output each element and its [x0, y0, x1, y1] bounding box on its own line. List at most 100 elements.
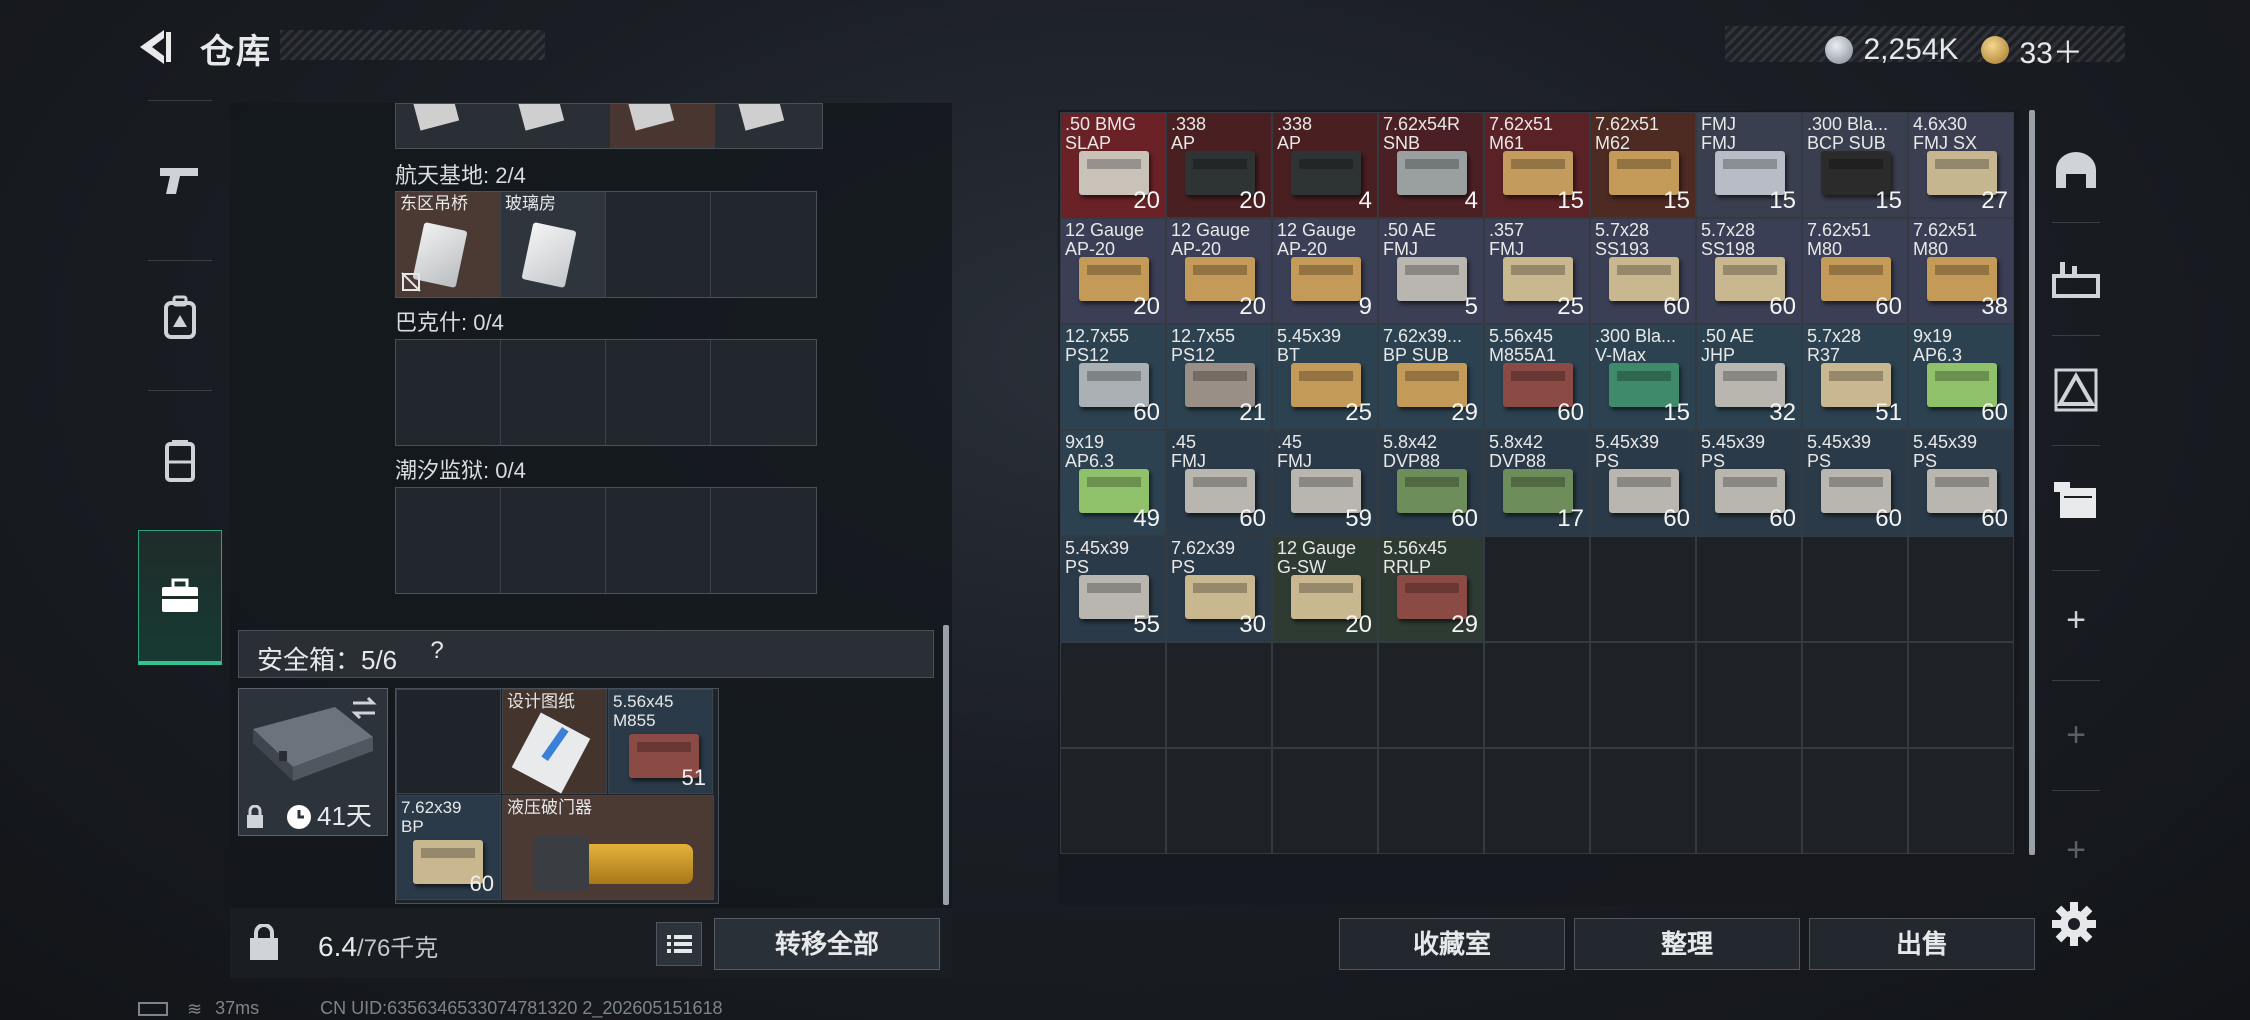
stash-item[interactable]: .50 BMG SLAP 20 [1060, 112, 1166, 218]
stash-item[interactable]: 4.6x30 FMJ SX 27 [1908, 112, 2014, 218]
empty-slot[interactable] [606, 192, 711, 297]
stash-item[interactable]: 12.7x55 PS12 60 [1060, 324, 1166, 430]
help-button[interactable]: ? [422, 637, 452, 667]
nav-vest[interactable] [138, 395, 222, 525]
empty-slot[interactable] [711, 488, 816, 593]
stash-item[interactable]: 5.8x42 DVP88 17 [1484, 430, 1590, 536]
transfer-all-button[interactable]: 转移全部 [714, 918, 940, 970]
empty-slot[interactable] [1166, 642, 1272, 748]
settings-button[interactable] [2048, 898, 2100, 950]
empty-slot[interactable] [1060, 642, 1166, 748]
empty-slot[interactable] [501, 488, 606, 593]
stash-item[interactable]: 5.7x28 SS198 60 [1696, 218, 1802, 324]
empty-slot[interactable] [1802, 536, 1908, 642]
empty-slot[interactable] [1484, 748, 1590, 854]
empty-slot[interactable] [1908, 748, 2014, 854]
empty-slot[interactable] [606, 340, 711, 445]
add-page-button[interactable]: + [2040, 570, 2112, 670]
nav-shield[interactable] [2040, 122, 2112, 222]
stash-item[interactable]: 12 Gauge AP-20 9 [1272, 218, 1378, 324]
empty-slot[interactable] [1484, 536, 1590, 642]
collection-room-button[interactable]: 收藏室 [1339, 918, 1565, 970]
nav-weapons[interactable] [138, 115, 222, 245]
stash-item[interactable]: 9x19 AP6.3 60 [1908, 324, 2014, 430]
empty-slot[interactable] [1696, 748, 1802, 854]
stash-item[interactable]: .300 Bla... BCP SUB 15 [1802, 112, 1908, 218]
stash-item[interactable]: FMJ FMJ 15 [1696, 112, 1802, 218]
safe-box-case[interactable]: 41天 [238, 688, 388, 836]
empty-slot[interactable] [501, 340, 606, 445]
stash-item[interactable]: .50 AE JHP 32 [1696, 324, 1802, 430]
stash-item[interactable]: 7.62x51 M80 38 [1908, 218, 2014, 324]
stash-item[interactable]: .300 Bla... V-Max 15 [1590, 324, 1696, 430]
stash-scrollbar[interactable] [2029, 110, 2035, 855]
stash-item[interactable]: 5.56x45 RRLP 29 [1378, 536, 1484, 642]
stash-item[interactable]: .45 FMJ 59 [1272, 430, 1378, 536]
stash-item[interactable]: 7.62x51 M61 15 [1484, 112, 1590, 218]
sell-button[interactable]: 出售 [1809, 918, 2035, 970]
swap-icon[interactable] [349, 695, 379, 721]
stash-item[interactable]: 7.62x54R SNB 4 [1378, 112, 1484, 218]
stash-item[interactable]: 5.56x45 M855A1 60 [1484, 324, 1590, 430]
empty-slot[interactable] [1696, 642, 1802, 748]
safe-item[interactable]: 5.56x45 M855 51 [608, 689, 713, 794]
empty-slot[interactable] [1060, 748, 1166, 854]
organize-button[interactable]: 整理 [1574, 918, 1800, 970]
empty-slot[interactable] [396, 340, 501, 445]
safe-item[interactable]: 液压破门器 [502, 795, 714, 900]
empty-slot[interactable] [1696, 536, 1802, 642]
nav-folder-iv[interactable] [2040, 450, 2112, 550]
stash-item[interactable]: 7.62x39... BP SUB 29 [1378, 324, 1484, 430]
stash-item[interactable]: 12 Gauge AP-20 20 [1060, 218, 1166, 324]
empty-slot[interactable] [1908, 642, 2014, 748]
left-scrollbar[interactable] [943, 625, 949, 905]
stash-item[interactable]: 7.62x51 M62 15 [1590, 112, 1696, 218]
empty-slot[interactable] [1272, 642, 1378, 748]
empty-slot[interactable] [606, 488, 711, 593]
stash-item[interactable]: .357 FMJ 25 [1484, 218, 1590, 324]
empty-slot[interactable] [1908, 536, 2014, 642]
empty-slot[interactable] [1272, 748, 1378, 854]
nav-backpack[interactable] [138, 252, 222, 382]
stash-item[interactable]: 5.45x39 PS 60 [1696, 430, 1802, 536]
stash-item[interactable]: .45 FMJ 60 [1166, 430, 1272, 536]
stash-item[interactable]: 5.7x28 SS193 60 [1590, 218, 1696, 324]
stash-item[interactable]: 12 Gauge AP-20 20 [1166, 218, 1272, 324]
stash-item[interactable]: 5.7x28 R37 51 [1802, 324, 1908, 430]
stash-item[interactable]: 5.45x39 BT 25 [1272, 324, 1378, 430]
empty-slot[interactable] [1802, 748, 1908, 854]
stash-item[interactable]: 5.45x39 PS 60 [1590, 430, 1696, 536]
stash-item[interactable]: .50 AE FMJ 5 [1378, 218, 1484, 324]
empty-slot[interactable] [396, 689, 501, 794]
stash-item[interactable]: 5.45x39 PS 60 [1908, 430, 2014, 536]
stash-item[interactable]: 12.7x55 PS12 21 [1166, 324, 1272, 430]
empty-slot[interactable] [1378, 642, 1484, 748]
nav-safe-box[interactable] [138, 530, 222, 665]
stash-item[interactable]: .338 AP 4 [1272, 112, 1378, 218]
stash-item[interactable]: .338 AP 20 [1166, 112, 1272, 218]
key-slot[interactable]: 玻璃房 [501, 192, 606, 297]
safe-item[interactable]: 设计图纸 [502, 689, 607, 794]
empty-slot[interactable] [396, 488, 501, 593]
empty-slot[interactable] [1590, 748, 1696, 854]
empty-slot[interactable] [1166, 748, 1272, 854]
stash-item[interactable]: 9x19 AP6.3 49 [1060, 430, 1166, 536]
empty-slot[interactable] [1484, 642, 1590, 748]
safe-item[interactable]: 7.62x39 BP 60 [396, 795, 501, 900]
nav-crafting[interactable] [2040, 230, 2112, 330]
stash-item[interactable]: 12 Gauge G-SW 20 [1272, 536, 1378, 642]
list-view-button[interactable] [656, 922, 702, 966]
nav-hazard[interactable] [2040, 340, 2112, 440]
stash-item[interactable]: 7.62x51 M80 60 [1802, 218, 1908, 324]
stash-item[interactable]: 5.45x39 PS 55 [1060, 536, 1166, 642]
stash-item[interactable]: 7.62x39 PS 30 [1166, 536, 1272, 642]
stash-item[interactable]: 5.8x42 DVP88 60 [1378, 430, 1484, 536]
empty-slot[interactable] [1590, 536, 1696, 642]
empty-slot[interactable] [1378, 748, 1484, 854]
empty-slot[interactable] [1590, 642, 1696, 748]
back-button[interactable] [130, 22, 180, 72]
empty-slot[interactable] [1802, 642, 1908, 748]
empty-slot[interactable] [711, 340, 816, 445]
stash-item[interactable]: 5.45x39 PS 60 [1802, 430, 1908, 536]
empty-slot[interactable] [711, 192, 816, 297]
